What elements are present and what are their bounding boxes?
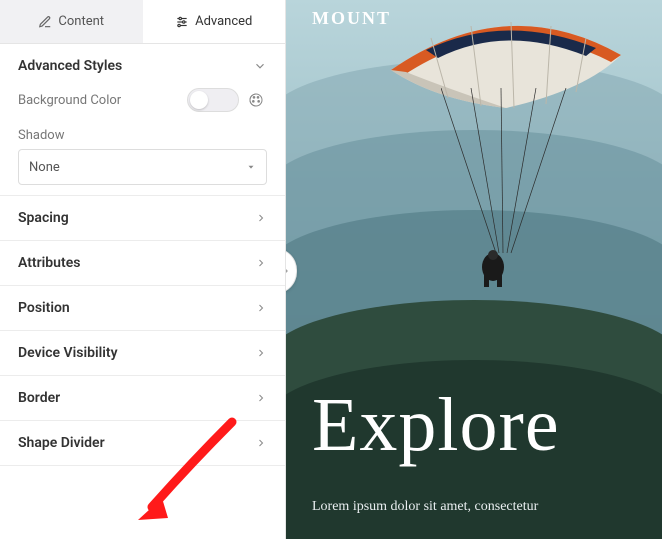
color-toggle[interactable]: [187, 88, 239, 112]
section-position-header[interactable]: Position: [0, 286, 285, 330]
section-attributes-header[interactable]: Attributes: [0, 241, 285, 285]
preview-headline: Explore: [312, 382, 560, 469]
section-title: Attributes: [18, 255, 80, 271]
chevron-right-icon: [255, 302, 267, 314]
chevron-right-icon: [255, 347, 267, 359]
tabs: Content Advanced: [0, 0, 285, 44]
caret-down-icon: [246, 162, 256, 172]
section-title: Device Visibility: [18, 345, 118, 361]
chevron-right-icon: [255, 257, 267, 269]
tab-advanced[interactable]: Advanced: [143, 0, 286, 43]
section-shape-divider-header[interactable]: Shape Divider: [0, 421, 285, 465]
panel-body: Advanced Styles Background Color Shadow …: [0, 44, 285, 539]
section-title: Spacing: [18, 210, 69, 226]
tab-content[interactable]: Content: [0, 0, 143, 43]
tab-advanced-label: Advanced: [195, 14, 252, 29]
background-color-row: Background Color: [0, 84, 285, 124]
shadow-row: Shadow None: [0, 124, 285, 195]
chevron-right-icon: [255, 212, 267, 224]
background-color-picker[interactable]: [187, 88, 267, 112]
section-shape-divider: Shape Divider: [0, 421, 285, 466]
section-title: Advanced Styles: [18, 58, 122, 74]
paraglider-pilot: [474, 245, 512, 289]
section-device-visibility-header[interactable]: Device Visibility: [0, 331, 285, 375]
eyedropper-icon[interactable]: [245, 89, 267, 111]
section-border: Border: [0, 376, 285, 421]
chevron-right-icon: [255, 392, 267, 404]
section-advanced-styles-header[interactable]: Advanced Styles: [0, 44, 285, 84]
preview-canvas: MOUNT Explore Lorem ipsum dolor sit amet…: [286, 0, 662, 539]
pencil-icon: [38, 15, 52, 29]
section-border-header[interactable]: Border: [0, 376, 285, 420]
section-title: Border: [18, 390, 60, 406]
sliders-icon: [175, 15, 189, 29]
section-attributes: Attributes: [0, 241, 285, 286]
background-color-label: Background Color: [18, 93, 121, 108]
section-title: Position: [18, 300, 70, 316]
section-position: Position: [0, 286, 285, 331]
preview-brand: MOUNT: [312, 8, 391, 29]
section-spacing: Spacing: [0, 196, 285, 241]
tab-content-label: Content: [58, 14, 104, 29]
section-advanced-styles: Advanced Styles Background Color Shadow …: [0, 44, 285, 196]
shadow-select[interactable]: None: [18, 149, 267, 185]
section-device-visibility: Device Visibility: [0, 331, 285, 376]
section-spacing-header[interactable]: Spacing: [0, 196, 285, 240]
chevron-down-icon: [253, 59, 267, 73]
chevron-right-icon: [286, 266, 291, 276]
settings-sidebar: Content Advanced Advanced Styles Backgro…: [0, 0, 286, 539]
chevron-right-icon: [255, 437, 267, 449]
shadow-select-value: None: [29, 160, 60, 175]
shadow-label: Shadow: [18, 128, 267, 143]
preview-subtext: Lorem ipsum dolor sit amet, consectetur: [312, 499, 652, 515]
section-title: Shape Divider: [18, 435, 105, 451]
paraglider-lines: [441, 88, 571, 258]
